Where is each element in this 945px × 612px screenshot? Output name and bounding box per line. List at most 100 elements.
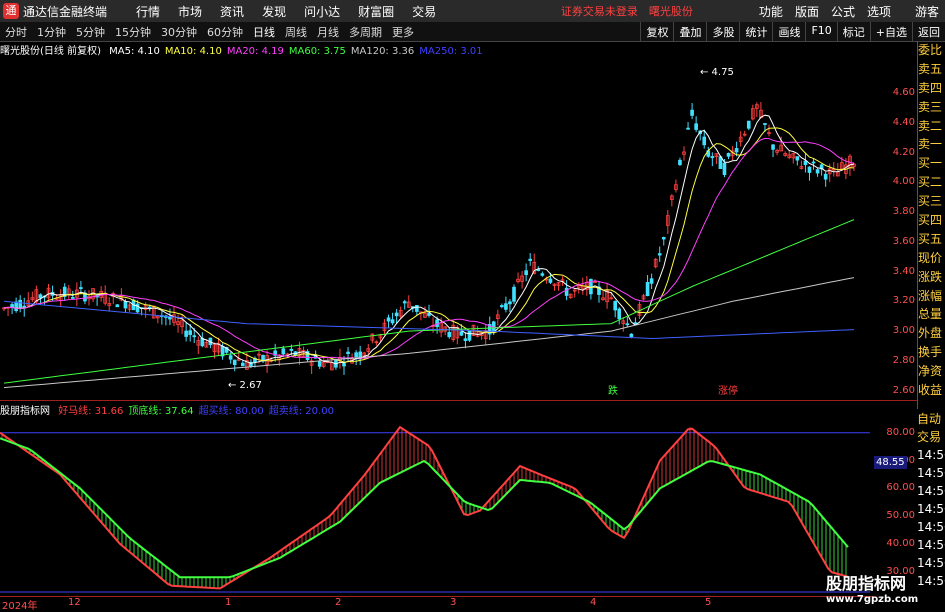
quote-label: 卖五: [918, 61, 943, 76]
watermark: 股朋指标网 www.7gpzb.com: [826, 574, 919, 605]
candle-body: [504, 303, 508, 310]
price-tick: 3.40: [892, 265, 915, 277]
menu-item-0[interactable]: 行情: [136, 5, 160, 19]
menu-item-2[interactable]: 资讯: [220, 5, 244, 19]
menu-item-4[interactable]: 问小达: [304, 5, 340, 19]
tool-button-6[interactable]: 标记: [836, 22, 870, 41]
guest-label[interactable]: 游客: [915, 3, 939, 20]
quote-label: 卖二: [918, 118, 943, 133]
period-tab-4[interactable]: 30分钟: [156, 24, 202, 40]
period-tab-8[interactable]: 月线: [312, 24, 344, 40]
date-tick: 1: [225, 597, 232, 608]
candle-body: [657, 253, 662, 256]
indicator-tick: 40.00: [886, 537, 915, 549]
period-tab-5[interactable]: 60分钟: [202, 24, 248, 40]
period-tab-7[interactable]: 周线: [280, 24, 312, 40]
low-label: ← 2.67: [228, 380, 262, 391]
right-menu: 功能 版面 公式 选项: [753, 3, 897, 20]
tool-button-2[interactable]: 多股: [706, 22, 739, 41]
period-tab-3[interactable]: 15分钟: [110, 24, 156, 40]
tool-button-1[interactable]: 叠加: [673, 22, 706, 41]
candle-body: [123, 301, 128, 309]
candle-body: [402, 301, 407, 304]
trade-label: 14:56: [917, 484, 945, 498]
menu-item-6[interactable]: 交易: [412, 5, 436, 19]
candle-body: [823, 173, 828, 180]
tool-button-4[interactable]: 画线: [772, 22, 805, 41]
indicator-legend: 股朋指标网 好马线: 31.66 顶底线: 37.64 超买线: 80.00 超卖线:…: [0, 402, 344, 417]
right-menu-item-3[interactable]: 选项: [867, 5, 891, 19]
quote-label: 涨幅: [918, 288, 943, 303]
candle-body: [795, 156, 800, 161]
candle-body: [346, 351, 350, 354]
title-bar: 通 通达信金融终端 行情 市场 资讯 发现 问小达 财富圈 交易 证券交易未登录 曙光股份 …: [0, 0, 945, 22]
quote-label: 外盘: [918, 326, 943, 341]
candle-body: [38, 294, 43, 299]
candle-body: [625, 323, 630, 326]
fast-line: [0, 425, 849, 590]
ma-legend: 曙光股份(日线 前复权) MA5: 4.10 MA10: 4.10 MA20: 4.…: [0, 42, 493, 57]
right-menu-item-0[interactable]: 功能: [759, 5, 783, 19]
current-indicator-value: 48.55: [874, 456, 907, 469]
quote-label: 净资: [918, 364, 943, 379]
quote-label: 涨跌: [918, 269, 943, 284]
period-tab-9[interactable]: 多周期: [344, 24, 387, 40]
ma60-line: [3, 219, 855, 384]
candle-body: [354, 352, 358, 358]
right-menu-item-2[interactable]: 公式: [831, 5, 855, 19]
menu-item-3[interactable]: 发现: [262, 5, 286, 19]
candle-body: [18, 299, 23, 309]
period-tab-2[interactable]: 5分钟: [71, 24, 110, 40]
quote-label: 委比: [918, 43, 943, 57]
candle-body: [447, 331, 452, 338]
price-tick: 4.00: [892, 176, 915, 188]
candle-body: [232, 359, 237, 365]
right-menu-item-1[interactable]: 版面: [795, 5, 819, 19]
period-toolbar: 分时 1分钟 5分钟 15分钟 30分钟 60分钟 日线 周线 月线 多周期 更多 复权 叠加 多股 统计…: [0, 22, 945, 42]
candle-body: [811, 161, 816, 164]
candle-body: [536, 269, 541, 271]
indicator-tick: 80.00: [886, 426, 915, 438]
login-status[interactable]: 证券交易未登录 曙光股份: [561, 3, 693, 19]
price-chart[interactable]: ← 4.75 ← 2.67 跌 涨停: [0, 56, 870, 398]
menu-item-5[interactable]: 财富圈: [358, 5, 394, 19]
candle-body: [281, 348, 286, 355]
quote-label: 买五: [918, 231, 943, 246]
tool-button-3[interactable]: 统计: [739, 22, 772, 41]
candle-body: [734, 148, 739, 153]
quote-label: 卖一: [918, 137, 943, 152]
price-tick: 3.20: [892, 295, 915, 307]
tool-button-0[interactable]: 复权: [640, 22, 673, 41]
menu-item-1[interactable]: 市场: [178, 5, 202, 19]
candle-body: [463, 338, 468, 341]
period-tab-10[interactable]: 更多: [387, 24, 419, 40]
quote-panel: 委比 卖五 卖四 卖三 卖二 卖一 买一 买二 买三 买四 买五 现价 涨跌 涨幅 总量 外盘 换手 净资 收益: [917, 41, 945, 409]
ma20-line: [3, 137, 855, 359]
candle-body: [722, 162, 727, 175]
tool-button-7[interactable]: +自选: [869, 22, 912, 41]
tool-button-5[interactable]: F10: [805, 22, 836, 41]
candle-body: [815, 169, 820, 174]
candle-body: [115, 304, 120, 308]
date-tick: 12: [68, 597, 81, 608]
candle-body: [528, 258, 533, 261]
price-tick: 2.80: [892, 354, 915, 366]
candle-body: [10, 304, 14, 308]
candle-body: [135, 303, 140, 313]
trade-label: 自动: [917, 412, 942, 426]
candle-body: [540, 273, 545, 276]
price-tick: 2.60: [892, 384, 915, 396]
period-tab-0[interactable]: 分时: [0, 24, 32, 40]
candle-body: [192, 335, 197, 338]
candle-body: [342, 363, 346, 367]
indicator-chart[interactable]: [0, 416, 870, 594]
candle-body: [317, 361, 322, 367]
candle-body: [807, 166, 812, 173]
signal-rise: 涨停: [718, 384, 738, 397]
tool-button-8[interactable]: 返回: [912, 22, 945, 41]
period-tab-6[interactable]: 日线: [248, 24, 280, 40]
period-tab-1[interactable]: 1分钟: [32, 24, 71, 40]
candle-body: [645, 282, 650, 297]
trade-label: 14:56: [917, 502, 945, 516]
date-tick: 5: [705, 597, 712, 608]
